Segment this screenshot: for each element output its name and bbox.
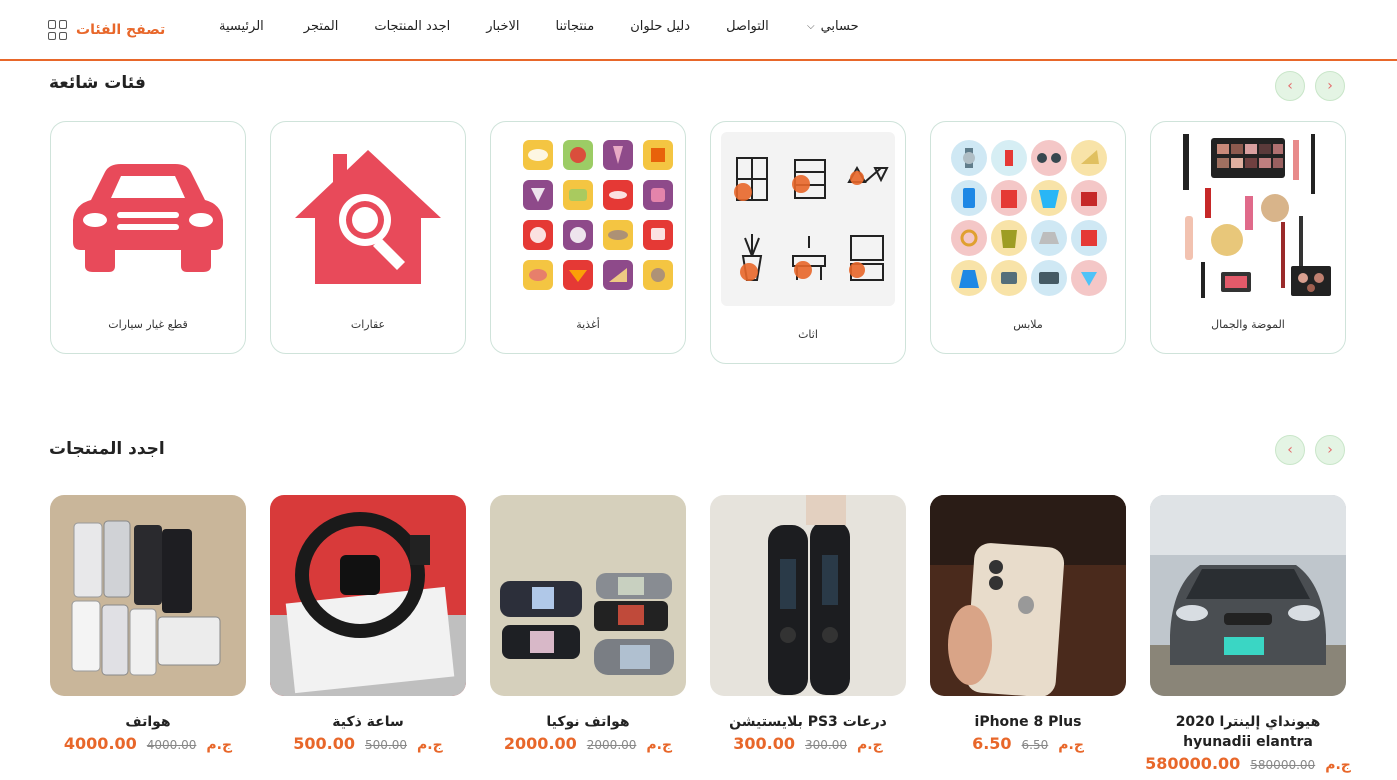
category-card-real-estate[interactable]: عقارات	[270, 121, 466, 354]
currency-label: ج.م	[206, 737, 233, 753]
nav-store[interactable]: المتجر	[304, 19, 339, 34]
header: تصفح الفئات ⌵ حسابي الرئيسية المتجر اجدد…	[0, 0, 1397, 61]
main-nav: الرئيسية المتجر اجدد المنتجات الاخبار من…	[219, 19, 769, 34]
price-row: 300.00 300.00 ج.م	[710, 734, 906, 753]
category-label: الموضة والجمال	[1211, 318, 1285, 331]
products-prev-button[interactable]: ‹	[1275, 435, 1305, 465]
categories-next-button[interactable]: ›	[1315, 71, 1345, 101]
category-label: عقارات	[350, 318, 386, 331]
products-title: اجدد المنتجات	[49, 439, 165, 459]
price-row: 4000.00 4000.00 ج.م	[50, 734, 246, 753]
old-price: 4000.00	[146, 738, 197, 752]
product-image	[270, 495, 466, 696]
currency-label: ج.م	[646, 737, 673, 753]
old-price: 6.50	[1021, 738, 1049, 752]
category-card-furniture[interactable]: اثاث	[710, 121, 906, 364]
product-card[interactable]: هيونداي إلينترا 2020 hyunadii elantra 58…	[1145, 495, 1351, 773]
categories-title: فئات شائعة	[49, 73, 146, 93]
food-icons-icon	[501, 132, 675, 302]
currency-label: ج.م	[1325, 757, 1351, 773]
product-card[interactable]: هواتف نوكيا 2000.00 2000.00 ج.م	[490, 495, 686, 753]
product-title: هيونداي إلينترا 2020 hyunadii elantra	[1175, 714, 1321, 750]
product-price: 500.00	[293, 734, 356, 753]
chevron-right-icon: ›	[1327, 442, 1333, 458]
car-icon	[61, 132, 235, 302]
nav-contact[interactable]: التواصل	[726, 19, 769, 34]
product-title: بلايستيشن PS3 درعات	[729, 714, 887, 730]
products-next-button[interactable]: ›	[1315, 435, 1345, 465]
category-label: قطع غيار سيارات	[108, 318, 188, 331]
old-price: 2000.00	[586, 738, 637, 752]
currency-label: ج.م	[417, 737, 443, 753]
price-row: 2000.00 2000.00 ج.م	[490, 734, 686, 753]
category-card-clothes[interactable]: ملابس	[930, 121, 1126, 354]
currency-label: ج.م	[857, 737, 883, 753]
chevron-down-icon: ⌵	[807, 21, 815, 32]
chevron-left-icon: ‹	[1287, 442, 1293, 458]
category-label: ملابس	[1013, 318, 1043, 331]
chevron-right-icon: ›	[1327, 78, 1333, 94]
nav-news[interactable]: الاخبار	[486, 19, 519, 34]
product-image	[1150, 495, 1346, 696]
category-label: اثاث	[798, 328, 818, 341]
product-image	[50, 495, 246, 696]
product-price: 6.50	[972, 734, 1012, 753]
product-card[interactable]: ساعة ذكية 500.00 500.00 ج.م	[270, 495, 466, 753]
product-image	[710, 495, 906, 696]
grid-icon	[48, 20, 68, 40]
old-price: 500.00	[365, 738, 408, 752]
browse-categories-label: تصفح الفئات	[76, 22, 166, 38]
nav-our-products[interactable]: منتجاتنا	[556, 19, 595, 34]
old-price: 580000.00	[1250, 758, 1316, 772]
product-price: 4000.00	[63, 734, 137, 753]
category-card-fashion-beauty[interactable]: الموضة والجمال	[1150, 121, 1346, 354]
product-title: iPhone 8 Plus	[974, 714, 1082, 730]
fashion-icons-icon	[941, 132, 1115, 302]
house-search-icon	[281, 132, 455, 302]
product-image	[490, 495, 686, 696]
category-card-food[interactable]: أغذية	[490, 121, 686, 354]
account-menu[interactable]: ⌵ حسابي	[807, 19, 859, 34]
product-card[interactable]: بلايستيشن PS3 درعات 300.00 300.00 ج.م	[710, 495, 906, 753]
cosmetics-icon	[1161, 132, 1335, 302]
price-row: 6.50 6.50 ج.م	[930, 734, 1126, 753]
categories-prev-button[interactable]: ‹	[1275, 71, 1305, 101]
account-label: حسابي	[820, 19, 859, 34]
furniture-icons-icon	[721, 132, 895, 306]
browse-categories-button[interactable]: تصفح الفئات	[48, 18, 165, 42]
price-row: 500.00 500.00 ج.م	[270, 734, 466, 753]
product-price: 580000.00	[1145, 754, 1241, 773]
category-label: أغذية	[576, 318, 600, 331]
product-price: 300.00	[733, 734, 796, 753]
nav-home[interactable]: الرئيسية	[219, 19, 264, 34]
nav-newest-products[interactable]: اجدد المنتجات	[374, 19, 450, 34]
product-title: ساعة ذكية	[332, 714, 404, 730]
old-price: 300.00	[805, 738, 848, 752]
product-price: 2000.00	[503, 734, 577, 753]
product-title: هواتف نوكيا	[546, 714, 630, 730]
chevron-left-icon: ‹	[1287, 78, 1293, 94]
product-card[interactable]: iPhone 8 Plus 6.50 6.50 ج.م	[930, 495, 1126, 753]
currency-label: ج.م	[1058, 737, 1084, 753]
price-row: 580000.00 580000.00 ج.م	[1145, 754, 1351, 773]
product-image	[930, 495, 1126, 696]
nav-helwan-guide[interactable]: دليل حلوان	[630, 19, 690, 34]
category-card-car-parts[interactable]: قطع غيار سيارات	[50, 121, 246, 354]
product-card[interactable]: هواتف 4000.00 4000.00 ج.م	[50, 495, 246, 753]
product-title: هواتف	[125, 714, 171, 730]
